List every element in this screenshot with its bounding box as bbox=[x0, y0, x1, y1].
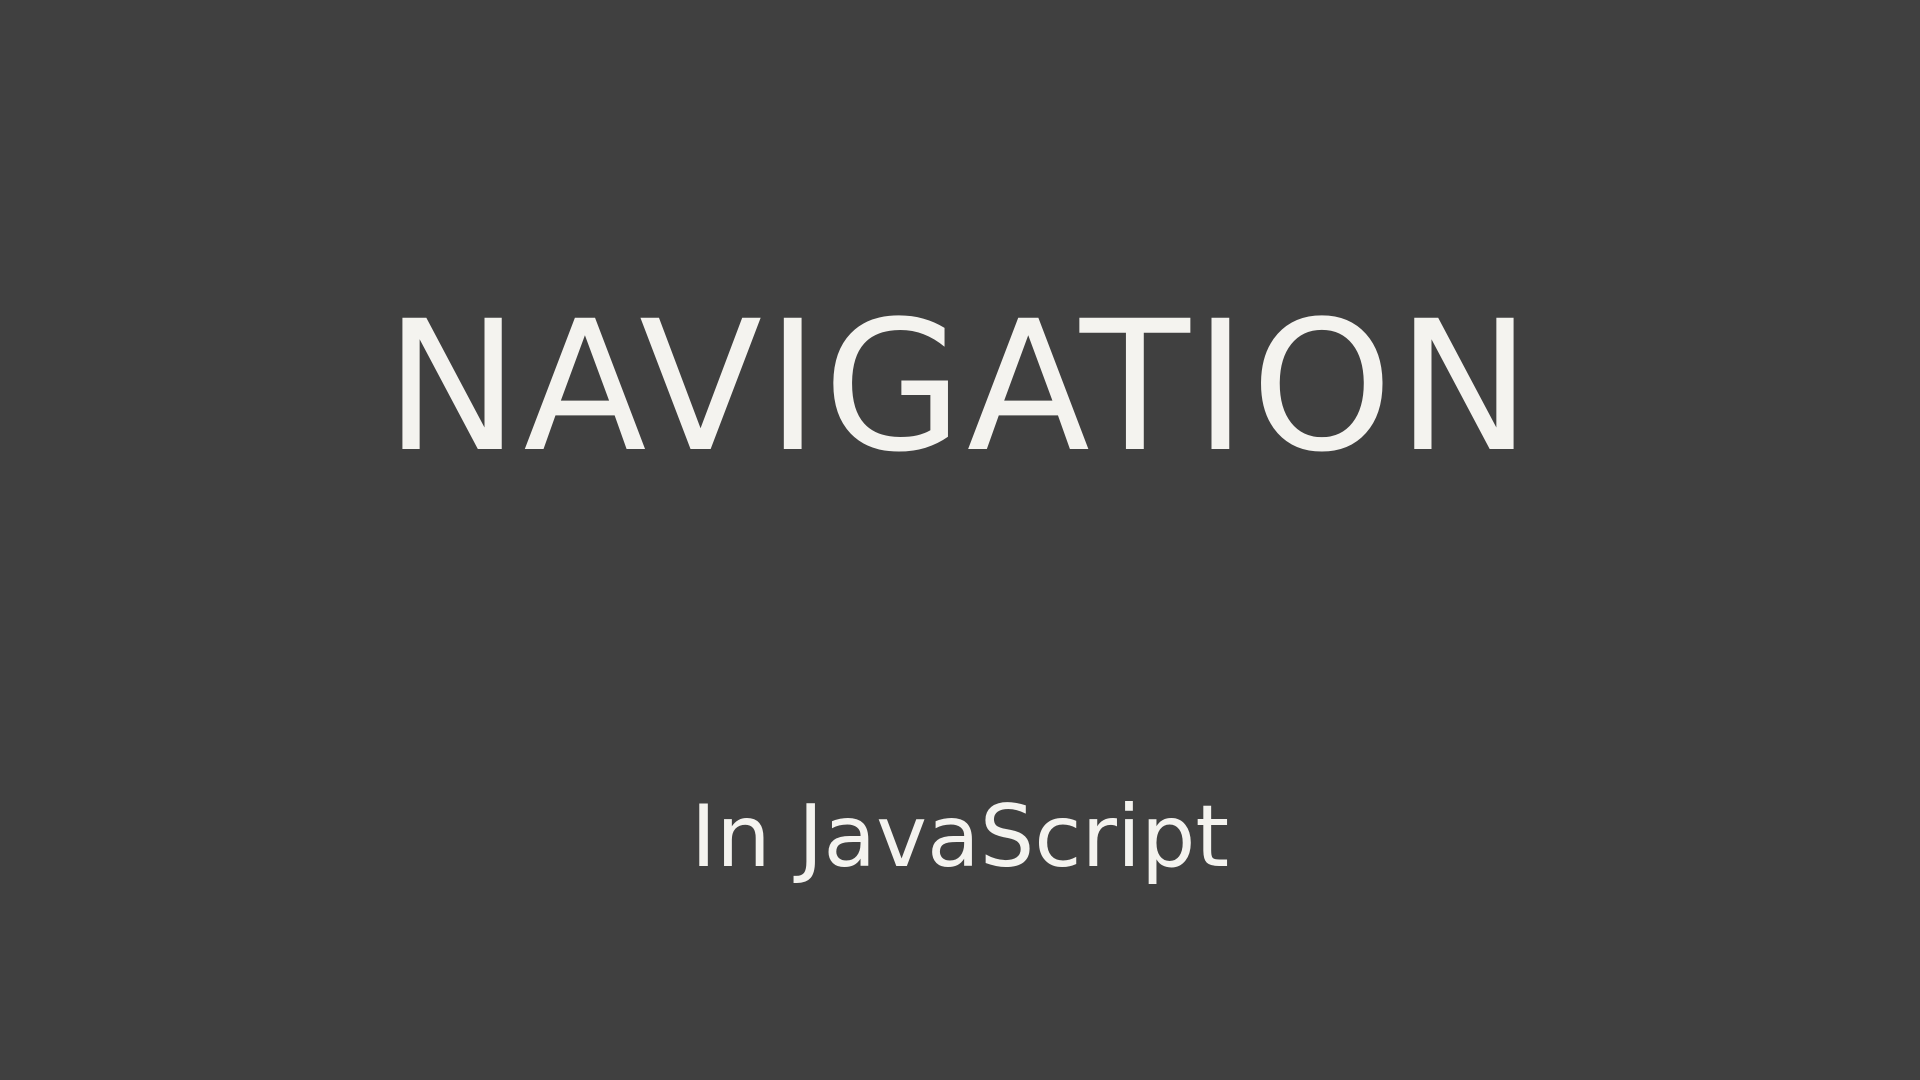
slide-subtitle: In JavaScript bbox=[690, 787, 1230, 887]
title-slide: NAVIGATION In JavaScript bbox=[0, 0, 1920, 1080]
slide-title: NAVIGATION bbox=[384, 283, 1536, 492]
